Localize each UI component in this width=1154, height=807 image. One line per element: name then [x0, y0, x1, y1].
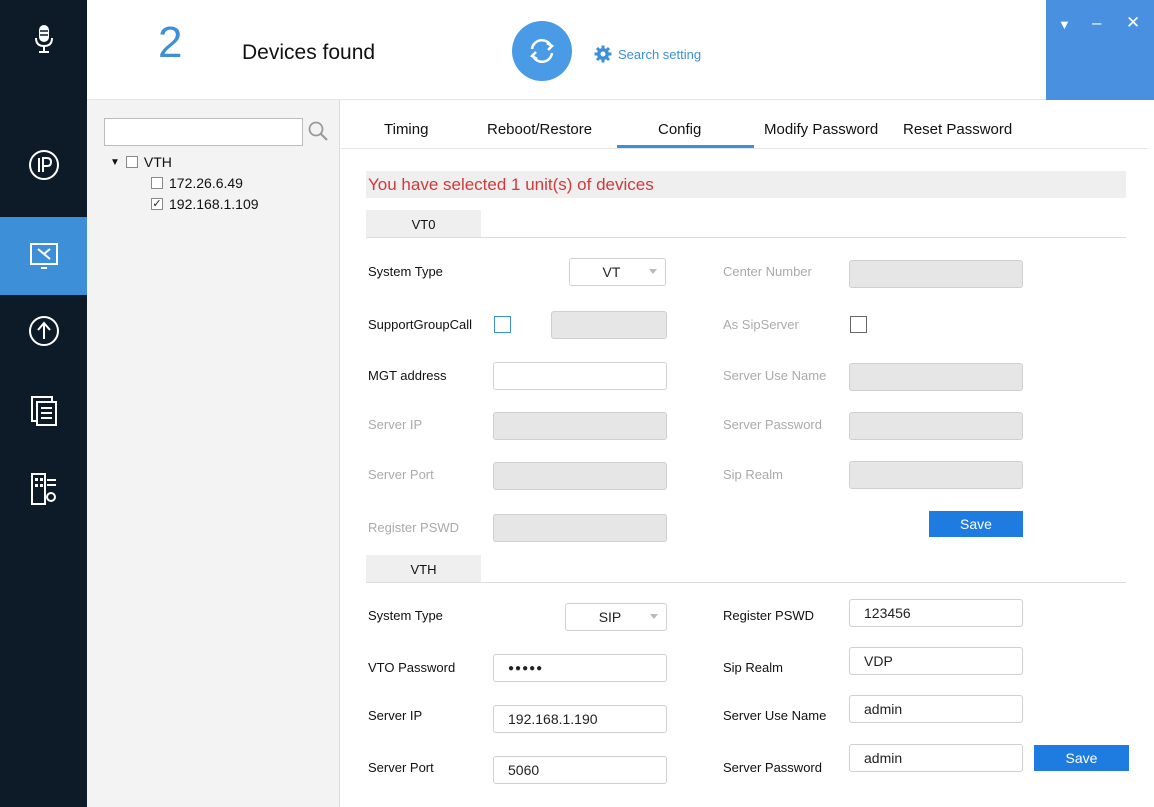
gear-icon: [594, 45, 612, 63]
vto-as-sip-server-label: As SipServer: [723, 317, 799, 332]
microphone-icon: [34, 25, 53, 53]
vto-server-use-name-label: Server Use Name: [723, 368, 827, 383]
vth-system-type-value: SIP: [598, 609, 622, 625]
tree-item-172-26-6-49[interactable]: 172.26.6.49: [151, 175, 243, 191]
vto-server-password-label: Server Password: [723, 417, 822, 432]
vto-server-port-label: Server Port: [368, 467, 434, 482]
nav-rail: [0, 0, 87, 807]
vth-server-use-name-label: Server Use Name: [723, 708, 827, 723]
vth-sip-realm-label: Sip Realm: [723, 660, 783, 675]
tree-root-label: VTH: [143, 154, 172, 170]
vth-server-password-field[interactable]: admin: [849, 744, 1023, 772]
window-controls: ▼ – ✕: [1046, 0, 1154, 100]
tab-config[interactable]: Config: [658, 121, 701, 138]
tree-item-checkbox[interactable]: [151, 177, 163, 189]
vth-server-ip-label: Server IP: [368, 708, 423, 723]
refresh-search-button[interactable]: [512, 21, 572, 81]
vto-sip-realm-field[interactable]: [849, 461, 1023, 489]
tab-modify-password[interactable]: Modify Password: [764, 121, 878, 138]
upload-icon: [28, 316, 59, 346]
vto-server-password-field[interactable]: [849, 412, 1023, 440]
vto-center-number-label: Center Number: [723, 264, 812, 279]
tools-icon: [29, 243, 58, 269]
rail-list-button[interactable]: [0, 372, 87, 450]
section-divider: [366, 237, 1126, 238]
vth-vto-password-label: VTO Password: [368, 660, 456, 675]
device-search-input[interactable]: [104, 118, 303, 146]
vth-register-pswd-label: Register PSWD: [723, 608, 815, 623]
vto-support-group-call-label: SupportGroupCall: [368, 317, 473, 332]
search-setting-label: Search setting: [618, 46, 702, 62]
chevron-down-icon: [649, 269, 657, 274]
tree-item-checkbox-checked[interactable]: ✓: [151, 198, 163, 210]
search-icon[interactable]: [306, 119, 330, 143]
rail-microphone-button[interactable]: [0, 0, 87, 78]
vto-register-pswd-field[interactable]: [493, 514, 667, 542]
devices-found-label: Devices found: [242, 41, 376, 64]
vth-server-use-name-field[interactable]: admin: [849, 695, 1023, 723]
device-count: 2: [158, 18, 183, 67]
vto-support-group-call-checkbox[interactable]: [494, 316, 511, 333]
tabs-bar: [341, 113, 1147, 149]
refresh-icon: [529, 39, 555, 63]
rail-building-settings-button[interactable]: [0, 450, 87, 528]
vto-system-type-value: VT: [602, 264, 621, 280]
vth-system-type-label: System Type: [368, 608, 443, 623]
search-setting-link[interactable]: Search setting: [594, 45, 701, 63]
chevron-down-icon: [650, 614, 658, 619]
tab-reset-password[interactable]: Reset Password: [903, 121, 1012, 138]
rail-upgrade-button[interactable]: [0, 292, 87, 370]
vto-register-pswd-label: Register PSWD: [368, 520, 460, 535]
vto-mgt-address-label: MGT address: [368, 368, 447, 383]
section-tab-vto: VT0: [366, 210, 481, 238]
document-list-icon: [30, 396, 57, 426]
vto-system-type-select[interactable]: VT: [569, 258, 666, 286]
vto-server-ip-field[interactable]: [493, 412, 667, 440]
vth-vto-password-field[interactable]: ●●●●●: [493, 654, 667, 682]
section-divider: [366, 582, 1126, 583]
vth-server-ip-field[interactable]: 192.168.1.190: [493, 705, 667, 733]
vth-register-pswd-field[interactable]: 123456: [849, 599, 1023, 627]
tree-root-vth[interactable]: ▼ VTH: [110, 154, 172, 170]
active-tab-indicator: [617, 145, 754, 148]
ip-icon: [28, 150, 59, 180]
tab-reboot-restore[interactable]: Reboot/Restore: [487, 121, 592, 138]
vth-server-port-label: Server Port: [368, 760, 434, 775]
vto-sip-realm-label: Sip Realm: [723, 467, 783, 482]
minimize-icon[interactable]: –: [1092, 14, 1101, 31]
selection-message: You have selected 1 unit(s) of devices: [366, 171, 1126, 198]
tree-item-192-168-1-109[interactable]: ✓ 192.168.1.109: [151, 196, 259, 212]
vto-system-type-label: System Type: [368, 264, 443, 279]
vto-server-use-name-field[interactable]: [849, 363, 1023, 391]
vto-as-sip-server-checkbox[interactable]: [850, 316, 867, 333]
vto-server-port-field[interactable]: [493, 462, 667, 490]
vto-group-call-field[interactable]: [551, 311, 667, 339]
rail-ip-button[interactable]: [0, 126, 87, 204]
tree-item-label: 192.168.1.109: [169, 196, 259, 212]
vth-server-password-label: Server Password: [723, 760, 822, 775]
vth-system-type-select[interactable]: SIP: [565, 603, 667, 631]
building-gear-icon: [30, 473, 56, 505]
section-tab-vth: VTH: [366, 555, 481, 583]
tree-item-label: 172.26.6.49: [169, 175, 243, 191]
vto-mgt-address-field[interactable]: [493, 362, 667, 390]
caret-down-icon[interactable]: ▼: [110, 157, 120, 168]
tree-root-checkbox[interactable]: [125, 156, 138, 168]
vth-server-port-field[interactable]: 5060: [493, 756, 667, 784]
vto-save-button[interactable]: Save: [929, 511, 1023, 537]
vth-sip-realm-field[interactable]: VDP: [849, 647, 1023, 675]
vto-center-number-field[interactable]: [849, 260, 1023, 288]
close-icon[interactable]: ✕: [1126, 14, 1140, 31]
vto-server-ip-label: Server IP: [368, 417, 423, 432]
rail-config-button[interactable]: [0, 217, 87, 295]
dropdown-menu-icon[interactable]: ▼: [1058, 16, 1071, 33]
vth-save-button[interactable]: Save: [1034, 745, 1129, 771]
tab-timing[interactable]: Timing: [384, 121, 428, 138]
